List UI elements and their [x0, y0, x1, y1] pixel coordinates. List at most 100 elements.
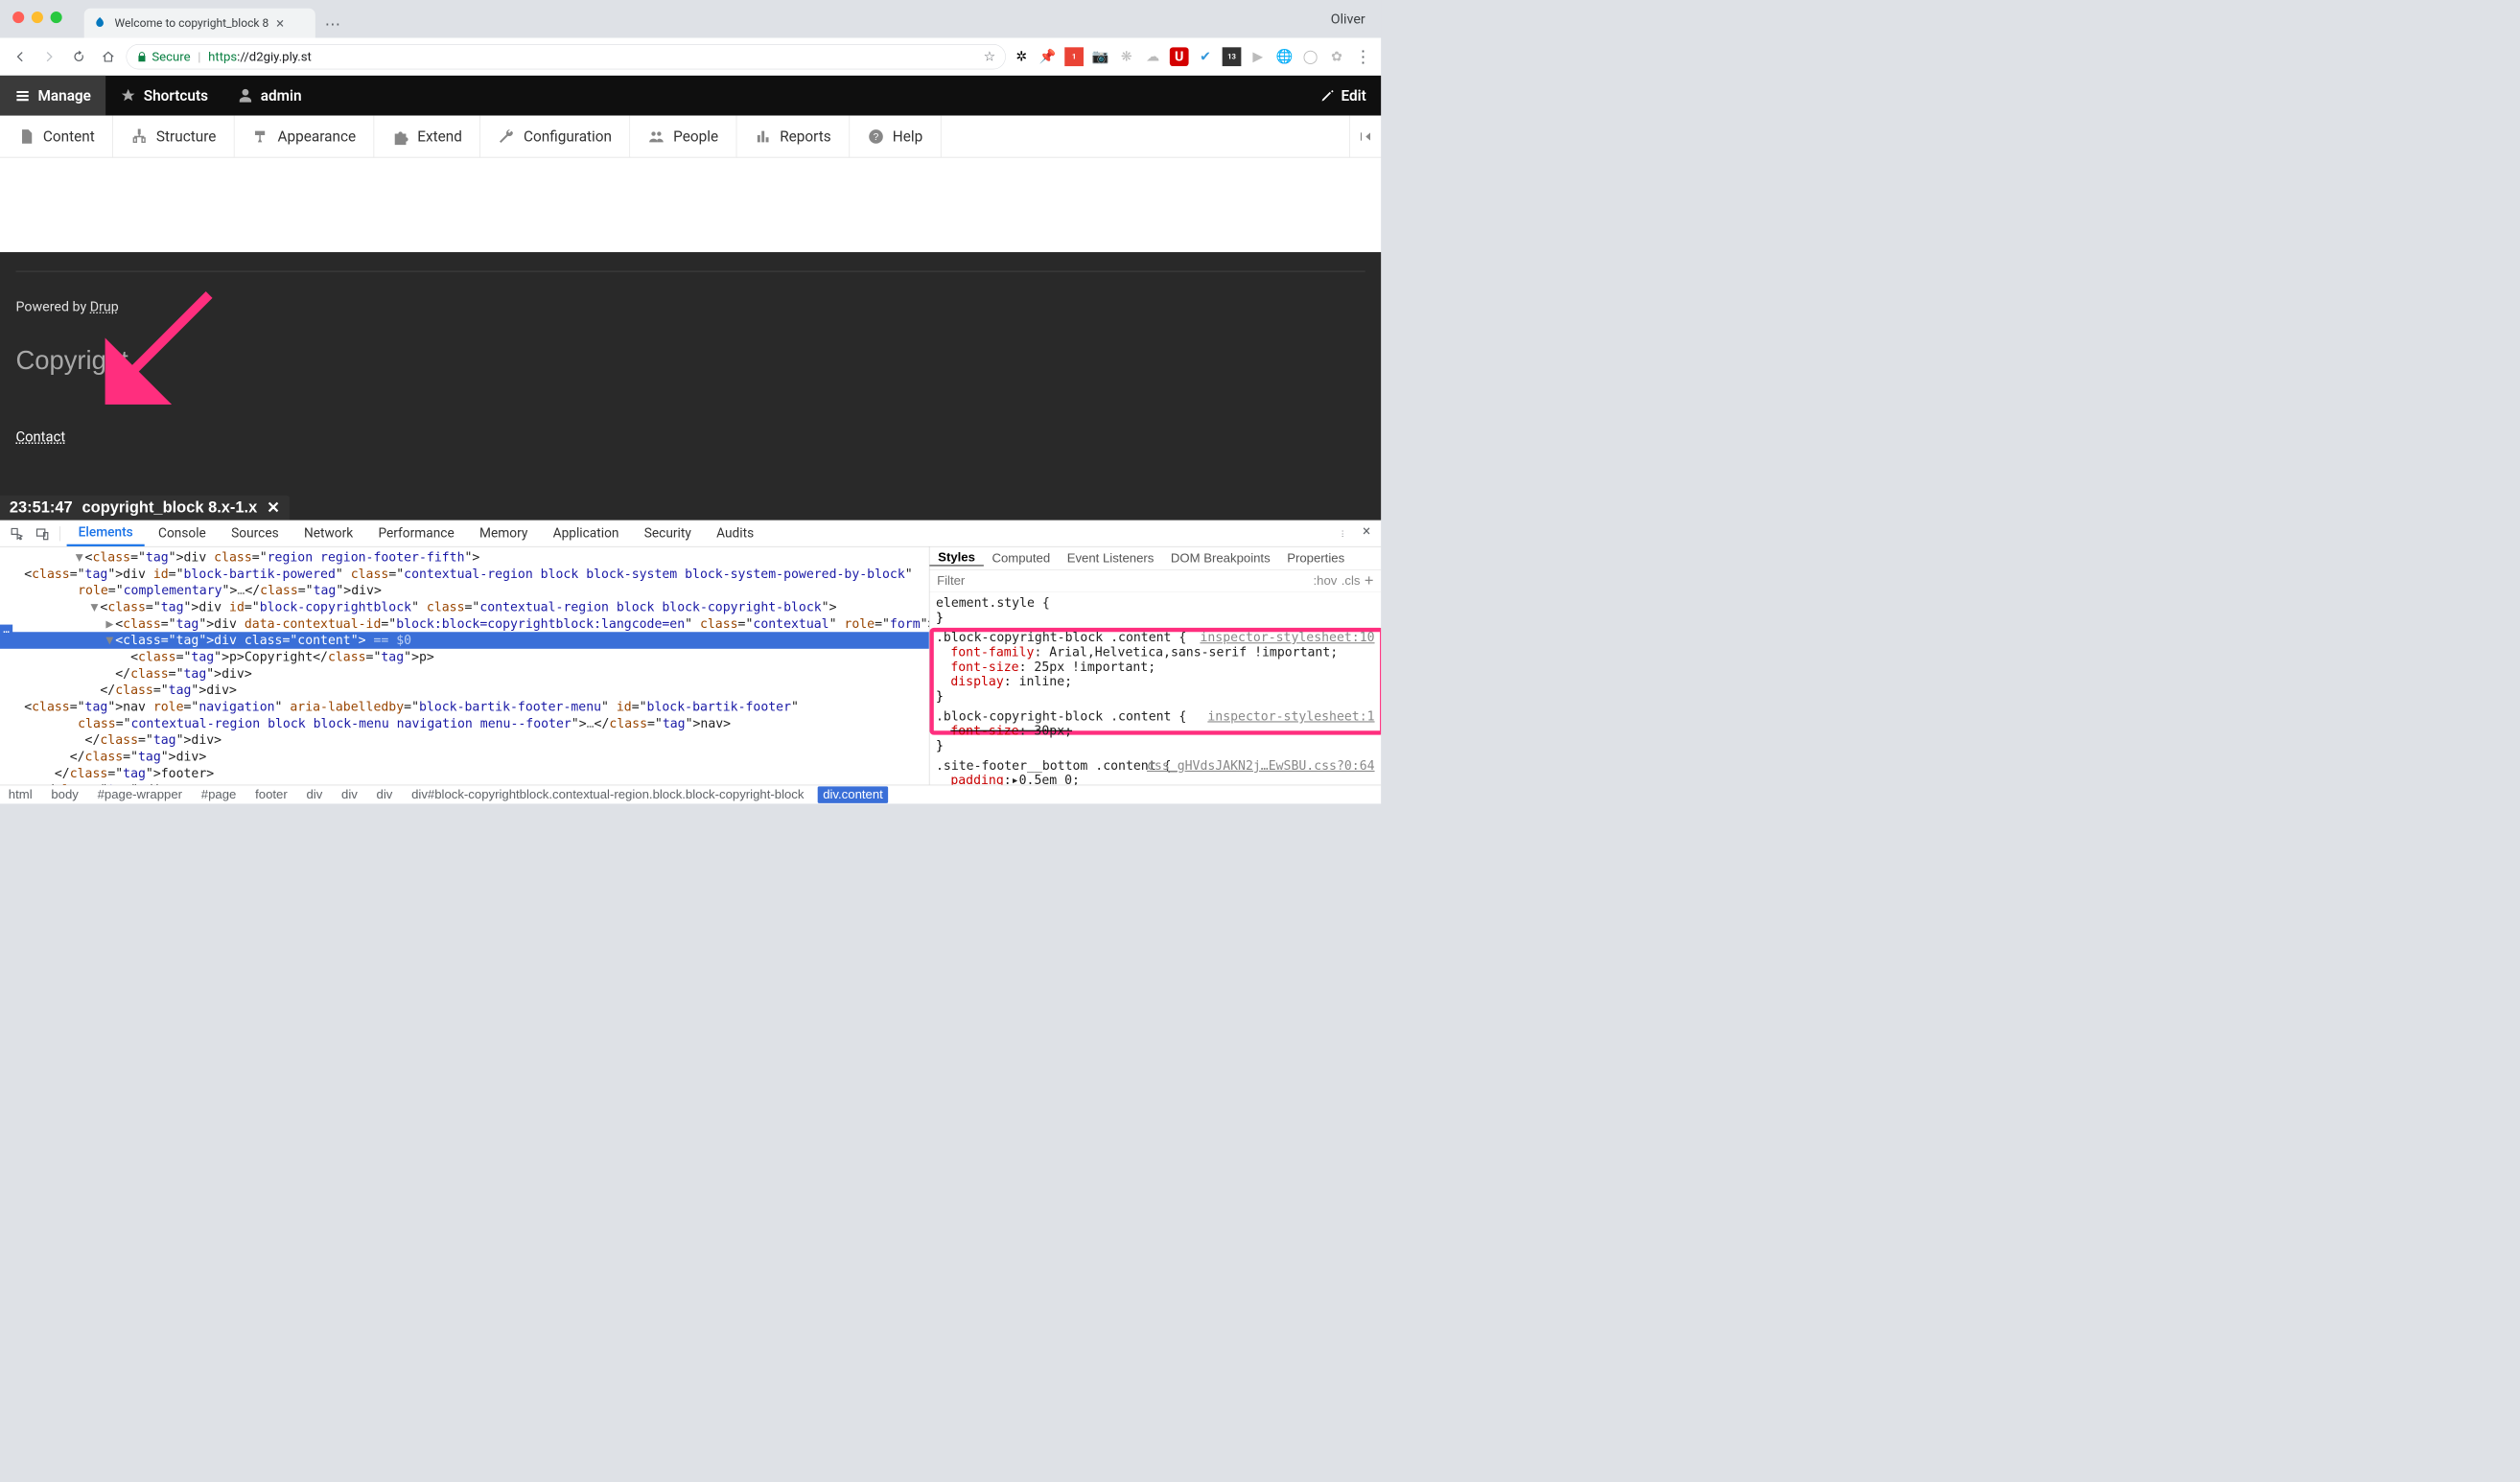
chrome-menu-icon[interactable]: ⋮ — [1354, 47, 1373, 66]
devtools-menu-icon[interactable]: ⋮ — [1331, 521, 1354, 544]
globe-ext-icon[interactable]: 🌐 — [1274, 47, 1294, 66]
footer-divider — [15, 271, 1365, 272]
file-icon — [18, 127, 35, 145]
menu-configuration[interactable]: Configuration — [480, 116, 630, 157]
calendar-ext-icon[interactable]: 13 — [1223, 47, 1242, 66]
toolbar-edit[interactable]: Edit — [1305, 76, 1381, 116]
ublock-icon[interactable]: U — [1170, 47, 1189, 66]
new-tab-button[interactable]: ⋯ — [319, 12, 345, 37]
home-button[interactable] — [97, 45, 120, 68]
styles-filter-input[interactable] — [937, 573, 1309, 588]
toolbar-shortcuts[interactable]: Shortcuts — [105, 76, 222, 116]
paint-icon — [252, 127, 269, 145]
devtools-tab-sources[interactable]: Sources — [220, 521, 291, 546]
lock-icon — [136, 51, 148, 62]
play-ext-icon[interactable]: ▶ — [1248, 47, 1268, 66]
dom-breadcrumb[interactable]: htmlbody#page-wrapper#pagefooterdivdivdi… — [0, 785, 1381, 804]
side-tab-listeners[interactable]: Event Listeners — [1059, 551, 1162, 566]
devtools-tab-network[interactable]: Network — [292, 521, 364, 546]
breadcrumb-crumb[interactable]: body — [46, 786, 83, 803]
menu-help[interactable]: ? Help — [850, 116, 942, 157]
devtools-tab-security[interactable]: Security — [633, 521, 703, 546]
breadcrumb-crumb[interactable]: #page — [196, 786, 242, 803]
breadcrumb-crumb[interactable]: div — [301, 786, 328, 803]
devtools-tab-memory[interactable]: Memory — [468, 521, 539, 546]
menu-appearance[interactable]: Appearance — [235, 116, 375, 157]
tab-close-icon[interactable]: × — [276, 14, 284, 32]
shield-icon[interactable]: ❋ — [1117, 47, 1136, 66]
circle-ext-icon[interactable]: ◯ — [1301, 47, 1320, 66]
elements-tree[interactable]: ⋯ ▼<class="tag">div class="region region… — [0, 546, 929, 784]
back-button[interactable] — [9, 45, 32, 68]
user-icon — [238, 88, 253, 104]
menu-reports[interactable]: Reports — [736, 116, 850, 157]
contact-link[interactable]: Contact — [15, 428, 65, 446]
breadcrumb-crumb[interactable]: div — [337, 786, 363, 803]
camera-icon[interactable]: 📷 — [1091, 47, 1110, 66]
tab-title: Welcome to copyright_block 8 — [114, 16, 268, 30]
breadcrumb-crumb[interactable]: div.content — [818, 786, 889, 803]
forward-button[interactable] — [37, 45, 60, 68]
address-bar[interactable]: Secure | https://d2giy.ply.st ☆ — [127, 44, 1006, 69]
bookmark-star-icon[interactable]: ☆ — [984, 49, 996, 64]
minimize-window-icon[interactable] — [32, 12, 43, 23]
side-tab-styles[interactable]: Styles — [929, 550, 983, 567]
devtools-close-icon[interactable]: × — [1358, 521, 1376, 544]
menu-people[interactable]: People — [630, 116, 736, 157]
side-tab-breakpoints[interactable]: DOM Breakpoints — [1162, 551, 1278, 566]
side-tab-properties[interactable]: Properties — [1278, 551, 1352, 566]
device-toggle-icon[interactable] — [31, 521, 54, 544]
gear-icon[interactable]: ✲ — [1012, 47, 1031, 66]
status-close-icon[interactable]: ✕ — [267, 498, 280, 517]
powered-by-block: Powered by Drup — [15, 299, 1365, 314]
toolbar-row: Secure | https://d2giy.ply.st ☆ ✲ 📌 1 📷 … — [0, 37, 1381, 75]
cls-toggle[interactable]: .cls — [1342, 573, 1361, 588]
breadcrumb-crumb[interactable]: html — [3, 786, 37, 803]
drupal-footer: Powered by Drup Copyright Contact 23:51:… — [0, 252, 1381, 520]
hierarchy-icon — [131, 127, 149, 145]
copyright-block: Copyright — [15, 345, 1365, 376]
breadcrumb-crumb[interactable]: div#block-copyrightblock.contextual-regi… — [407, 786, 809, 803]
menu-collapse-icon[interactable] — [1349, 116, 1381, 157]
maximize-window-icon[interactable] — [51, 12, 62, 23]
reload-button[interactable] — [67, 45, 90, 68]
selection-indicator: ⋯ — [0, 625, 12, 638]
window-controls — [12, 12, 62, 23]
devtools-tab-console[interactable]: Console — [147, 521, 218, 546]
wrench-icon — [499, 127, 516, 145]
breadcrumb-crumb[interactable]: div — [371, 786, 398, 803]
flower-ext-icon[interactable]: ✿ — [1327, 47, 1346, 66]
pencil-icon — [1320, 88, 1335, 103]
pin-icon[interactable]: 📌 — [1038, 47, 1058, 66]
breadcrumb-crumb[interactable]: #page-wrapper — [92, 786, 187, 803]
styles-filter-row: :hov .cls + — [929, 570, 1381, 592]
browser-tab[interactable]: Welcome to copyright_block 8 × — [84, 9, 315, 38]
puzzle-icon — [392, 127, 409, 145]
devtools-tab-audits[interactable]: Audits — [705, 521, 765, 546]
side-tab-computed[interactable]: Computed — [984, 551, 1059, 566]
drupal-link[interactable]: Drup — [90, 299, 119, 314]
extension-icons: ✲ 📌 1 📷 ❋ ☁ U ✔ 13 ▶ 🌐 ◯ ✿ ⋮ — [1012, 47, 1372, 66]
hov-toggle[interactable]: :hov — [1314, 573, 1338, 588]
devtools-tab-application[interactable]: Application — [542, 521, 631, 546]
translate-ext-icon[interactable]: 1 — [1064, 47, 1084, 66]
styles-rules[interactable]: element.style {}.block-copyright-block .… — [929, 592, 1381, 785]
devtools-tab-elements[interactable]: Elements — [67, 521, 145, 546]
status-label: copyright_block 8.x-1.x — [82, 498, 258, 517]
profile-name[interactable]: Oliver — [1331, 12, 1365, 27]
toolbar-manage[interactable]: Manage — [0, 76, 105, 116]
people-icon — [648, 127, 665, 145]
breadcrumb-crumb[interactable]: footer — [250, 786, 293, 803]
add-rule-icon[interactable]: + — [1365, 571, 1374, 590]
menu-structure[interactable]: Structure — [113, 116, 235, 157]
compass-icon[interactable]: ✔ — [1196, 47, 1215, 66]
menu-content[interactable]: Content — [0, 116, 113, 157]
toolbar-user[interactable]: admin — [222, 76, 316, 116]
url-host: ://d2giy.ply.st — [237, 49, 312, 63]
close-window-icon[interactable] — [12, 12, 24, 23]
inspect-icon[interactable] — [5, 521, 28, 544]
menu-extend[interactable]: Extend — [374, 116, 480, 157]
status-time: 23:51:47 — [10, 498, 73, 517]
devtools-tab-performance[interactable]: Performance — [366, 521, 465, 546]
cloud-icon[interactable]: ☁ — [1143, 47, 1162, 66]
